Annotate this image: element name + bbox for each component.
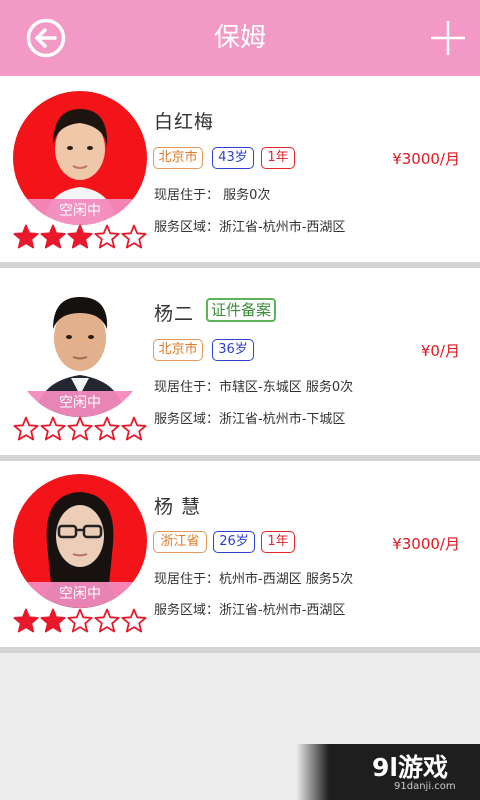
rating-stars [13, 224, 147, 250]
rating-stars [13, 608, 147, 634]
status-badge: 空闲中 [13, 199, 147, 225]
age-tag: 43岁 [212, 147, 254, 169]
star-outline-icon [94, 416, 120, 442]
certified-badge: 证件备案 [206, 298, 277, 322]
experience-tag: 1年 [261, 531, 295, 553]
caregiver-name: 杨 慧 [154, 496, 202, 518]
add-button[interactable] [430, 20, 466, 56]
city-tag: 北京市 [153, 339, 203, 361]
star-filled-icon [40, 608, 66, 634]
city-tag: 北京市 [153, 147, 203, 169]
star-outline-icon [67, 608, 93, 634]
star-outline-icon [121, 224, 147, 250]
price-label: ¥3000/月 [392, 535, 460, 553]
star-outline-icon [94, 224, 120, 250]
card-divider [0, 647, 480, 653]
price-label: ¥0/月 [420, 342, 460, 360]
star-filled-icon [13, 608, 39, 634]
service-area-line: 服务区域：浙江省-杭州市-西湖区 [154, 603, 346, 618]
page-title: 保姆 [213, 23, 266, 53]
caregiver-card[interactable]: 空闲中 杨二 证件备案 北京市 36岁 ¥0/月 现居住于：市辖区-东城区 服务… [0, 268, 480, 455]
caregiver-card[interactable]: 空闲中 白红梅 北京市 43岁 1年 ¥3000/月 现居住于： 服务0次 服务… [0, 76, 480, 262]
plus-icon [431, 21, 465, 55]
app-header: 保姆 [0, 0, 480, 76]
price-label: ¥3000/月 [392, 150, 460, 168]
star-outline-icon [13, 416, 39, 442]
star-outline-icon [40, 416, 66, 442]
avatar: 空闲中 [13, 91, 147, 225]
caregiver-card[interactable]: 空闲中 杨 慧 浙江省 26岁 1年 ¥3000/月 现居住于：杭州市-西湖区 … [0, 461, 480, 647]
age-tag: 36岁 [212, 339, 254, 361]
residence-line: 现居住于：杭州市-西湖区 服务5次 [154, 572, 354, 587]
star-outline-icon [94, 608, 120, 634]
status-badge: 空闲中 [13, 582, 147, 608]
age-tag: 26岁 [213, 531, 255, 553]
star-outline-icon [121, 608, 147, 634]
city-tag: 浙江省 [153, 531, 207, 553]
experience-tag: 1年 [261, 147, 295, 169]
watermark-url: 91danji.com [394, 781, 456, 792]
star-filled-icon [13, 224, 39, 250]
star-filled-icon [67, 224, 93, 250]
service-area-line: 服务区域：浙江省-杭州市-下城区 [154, 412, 346, 427]
status-badge: 空闲中 [13, 391, 147, 417]
star-filled-icon [40, 224, 66, 250]
star-outline-icon [121, 416, 147, 442]
caregiver-name: 白红梅 [154, 111, 215, 133]
rating-stars [13, 416, 147, 442]
avatar: 空闲中 [13, 283, 147, 417]
residence-line: 现居住于： 服务0次 [154, 188, 271, 203]
star-outline-icon [67, 416, 93, 442]
avatar: 空闲中 [13, 474, 147, 608]
watermark-logo: 9l游戏 [372, 753, 448, 782]
caregiver-name: 杨二 [154, 303, 195, 325]
service-area-line: 服务区域：浙江省-杭州市-西湖区 [154, 220, 346, 235]
residence-line: 现居住于：市辖区-东城区 服务0次 [154, 380, 354, 395]
